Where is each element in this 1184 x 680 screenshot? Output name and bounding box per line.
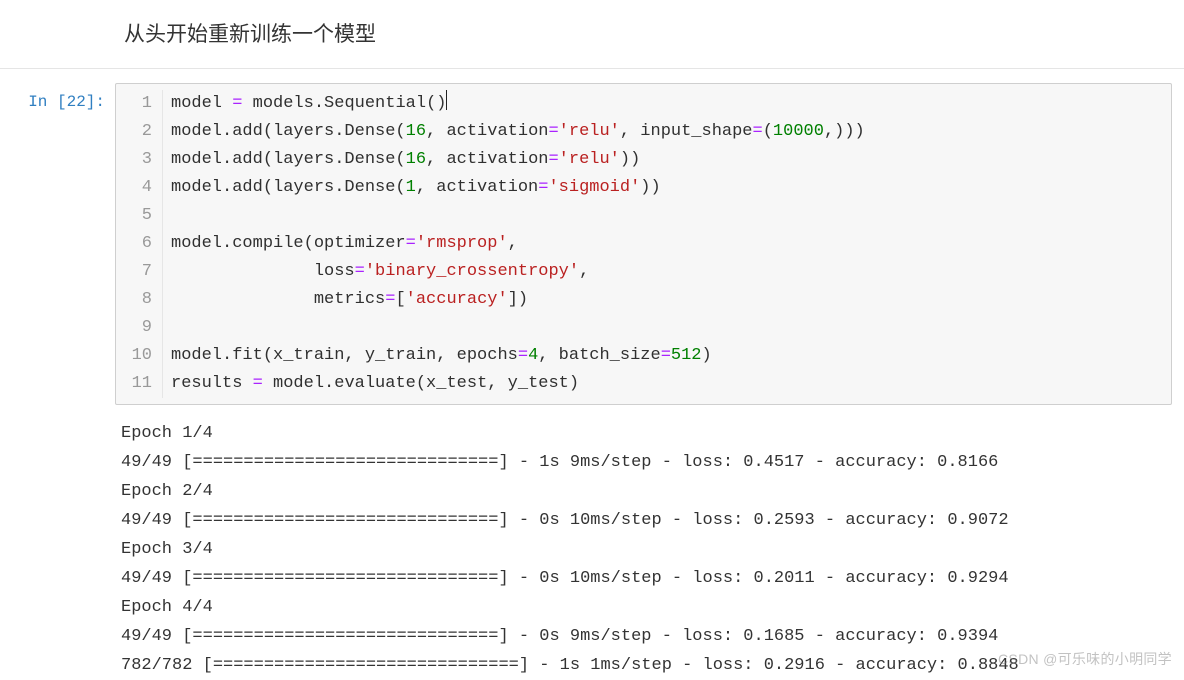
line-number-gutter: 1 2 3 4 5 6 7 8 9 10 11 [116, 90, 162, 398]
output-line: Epoch 2/4 [121, 477, 1172, 506]
code-line: model.add(layers.Dense(1, activation='si… [171, 178, 661, 197]
markdown-cell: 从头开始重新训练一个模型 [0, 0, 1184, 69]
prompt-column: In [22]: [0, 83, 115, 680]
cell-content: 1 2 3 4 5 6 7 8 9 10 11 model = models.S… [115, 83, 1184, 680]
stdout-output: Epoch 1/449/49 [========================… [115, 419, 1172, 680]
code-cell: In [22]: 1 2 3 4 5 6 7 8 9 10 11 model =… [0, 69, 1184, 680]
code-editor[interactable]: model = models.Sequential() model.add(la… [162, 90, 1171, 398]
output-line: Epoch 3/4 [121, 535, 1172, 564]
code-line: model.fit(x_train, y_train, epochs=4, ba… [171, 346, 712, 365]
code-line: model.compile(optimizer='rmsprop', [171, 234, 518, 253]
line-number: 9 [116, 314, 152, 342]
output-line: Epoch 4/4 [121, 593, 1172, 622]
line-number: 10 [116, 342, 152, 370]
line-number: 5 [116, 202, 152, 230]
line-number: 8 [116, 286, 152, 314]
line-number: 7 [116, 258, 152, 286]
output-line: 49/49 [==============================] -… [121, 622, 1172, 651]
line-number: 11 [116, 370, 152, 398]
line-number: 1 [116, 90, 152, 118]
output-line: 49/49 [==============================] -… [121, 564, 1172, 593]
code-line: model.add(layers.Dense(16, activation='r… [171, 150, 640, 169]
line-number: 2 [116, 118, 152, 146]
output-line: 49/49 [==============================] -… [121, 506, 1172, 535]
input-prompt: In [22]: [28, 93, 105, 111]
code-line: model.add(layers.Dense(16, activation='r… [171, 122, 865, 141]
text-caret-icon [446, 90, 447, 110]
code-line: loss='binary_crossentropy', [171, 262, 589, 281]
code-line: metrics=['accuracy']) [171, 290, 528, 309]
line-number: 3 [116, 146, 152, 174]
heading-text: 从头开始重新训练一个模型 [124, 18, 1184, 48]
code-input-area[interactable]: 1 2 3 4 5 6 7 8 9 10 11 model = models.S… [115, 83, 1172, 405]
line-number: 4 [116, 174, 152, 202]
output-line: 782/782 [==============================]… [121, 651, 1172, 680]
line-number: 6 [116, 230, 152, 258]
code-line: model = models.Sequential() [171, 94, 447, 113]
output-line: Epoch 1/4 [121, 419, 1172, 448]
code-line [171, 318, 181, 337]
code-line: results = model.evaluate(x_test, y_test) [171, 374, 579, 393]
output-line: 49/49 [==============================] -… [121, 448, 1172, 477]
code-line [171, 206, 181, 225]
